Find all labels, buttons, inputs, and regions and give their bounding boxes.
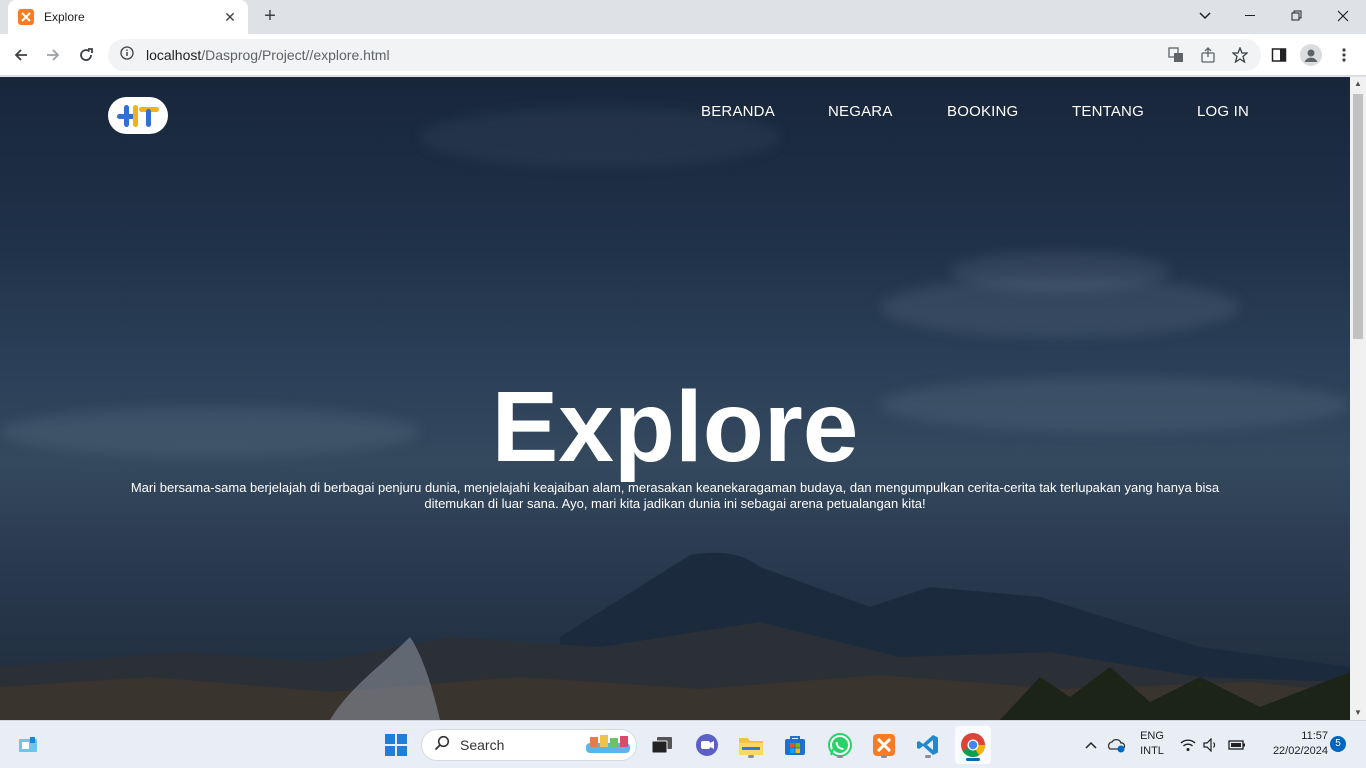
back-arrow-icon[interactable] xyxy=(8,42,34,68)
nav-link-tentang[interactable]: TENTANG xyxy=(1072,103,1144,120)
running-indicator xyxy=(837,755,843,758)
ht-logo-icon xyxy=(117,104,159,127)
bookmark-star-icon[interactable] xyxy=(1227,42,1253,68)
volume-icon[interactable] xyxy=(1199,729,1223,761)
restore-button[interactable] xyxy=(1274,0,1320,32)
clock-time: 11:57 xyxy=(1301,730,1328,742)
close-window-button[interactable] xyxy=(1320,0,1366,32)
windows-start-icon[interactable] xyxy=(380,729,412,761)
nav-link-negara[interactable]: NEGARA xyxy=(828,103,893,120)
battery-icon[interactable] xyxy=(1224,729,1250,761)
scroll-thumb[interactable] xyxy=(1353,94,1363,339)
minimize-button[interactable] xyxy=(1228,0,1274,32)
tab-close-icon[interactable]: ✕ xyxy=(222,9,238,26)
running-indicator xyxy=(748,755,754,758)
browser-toolbar: localhost/Dasprog/Project//explore.html xyxy=(0,34,1366,76)
scroll-down-icon[interactable]: ▼ xyxy=(1350,706,1366,720)
vscode-icon[interactable] xyxy=(912,729,944,761)
clock-date: 22/02/2024 xyxy=(1272,745,1328,757)
nav-link-login[interactable]: LOG IN xyxy=(1197,103,1249,120)
microsoft-store-icon[interactable] xyxy=(779,729,811,761)
address-bar[interactable]: localhost/Dasprog/Project//explore.html xyxy=(108,39,1261,71)
page-hero: BERANDA NEGARA BOOKING TENTANG LOG IN Ex… xyxy=(0,77,1350,720)
file-explorer-icon[interactable] xyxy=(735,729,767,761)
site-navbar: BERANDA NEGARA BOOKING TENTANG LOG IN xyxy=(0,77,1350,157)
hero-description: Mari bersama-sama berjelajah di berbagai… xyxy=(130,480,1220,511)
menu-kebab-icon[interactable] xyxy=(1331,42,1357,68)
page-scrollbar[interactable]: ▲ ▼ xyxy=(1350,77,1366,720)
url-text: localhost/Dasprog/Project//explore.html xyxy=(146,47,390,63)
keyboard-layout: INTL xyxy=(1140,745,1164,757)
side-panel-icon[interactable] xyxy=(1266,42,1292,68)
windows-taskbar: Search ENG INTL 11:57 22/02/2024 xyxy=(0,720,1366,768)
wifi-icon[interactable] xyxy=(1176,729,1200,761)
profile-avatar-icon[interactable] xyxy=(1298,42,1324,68)
teams-chat-icon[interactable] xyxy=(691,729,723,761)
site-logo[interactable] xyxy=(108,97,168,134)
nav-link-booking[interactable]: BOOKING xyxy=(947,103,1018,120)
translate-icon[interactable] xyxy=(1163,42,1189,68)
running-indicator xyxy=(881,755,887,758)
keyboard-language-indicator[interactable]: ENG INTL xyxy=(1136,729,1168,759)
site-info-icon[interactable] xyxy=(120,45,134,65)
whatsapp-icon[interactable] xyxy=(824,729,856,761)
onedrive-icon[interactable] xyxy=(1103,729,1129,761)
new-tab-button[interactable]: + xyxy=(259,6,281,28)
nav-link-beranda[interactable]: BERANDA xyxy=(701,103,775,120)
reload-icon[interactable] xyxy=(73,42,99,68)
scroll-up-icon[interactable]: ▲ xyxy=(1350,77,1366,91)
taskbar-search-box[interactable]: Search xyxy=(421,729,637,761)
chrome-icon[interactable] xyxy=(955,726,991,764)
widgets-icon[interactable] xyxy=(12,729,44,761)
search-label: Search xyxy=(460,737,505,753)
browser-tabstrip: Explore ✕ + xyxy=(0,0,1366,34)
xampp-favicon-icon xyxy=(18,9,34,25)
hero-title: Explore xyxy=(491,371,859,483)
running-indicator xyxy=(925,755,931,758)
search-highlight-illustration-icon xyxy=(584,731,632,760)
forward-arrow-icon[interactable] xyxy=(40,42,66,68)
active-indicator xyxy=(966,758,980,761)
notification-badge[interactable]: 5 xyxy=(1330,736,1346,752)
tab-search-icon[interactable] xyxy=(1182,0,1228,32)
browser-tab[interactable]: Explore ✕ xyxy=(8,0,248,34)
search-icon xyxy=(434,735,450,756)
clock[interactable]: 11:57 22/02/2024 xyxy=(1256,729,1328,759)
tab-title: Explore xyxy=(44,10,85,24)
language-code: ENG xyxy=(1140,730,1164,742)
tray-chevron-up-icon[interactable] xyxy=(1078,729,1104,761)
xampp-icon[interactable] xyxy=(868,729,900,761)
task-view-icon[interactable] xyxy=(646,729,678,761)
share-icon[interactable] xyxy=(1195,42,1221,68)
